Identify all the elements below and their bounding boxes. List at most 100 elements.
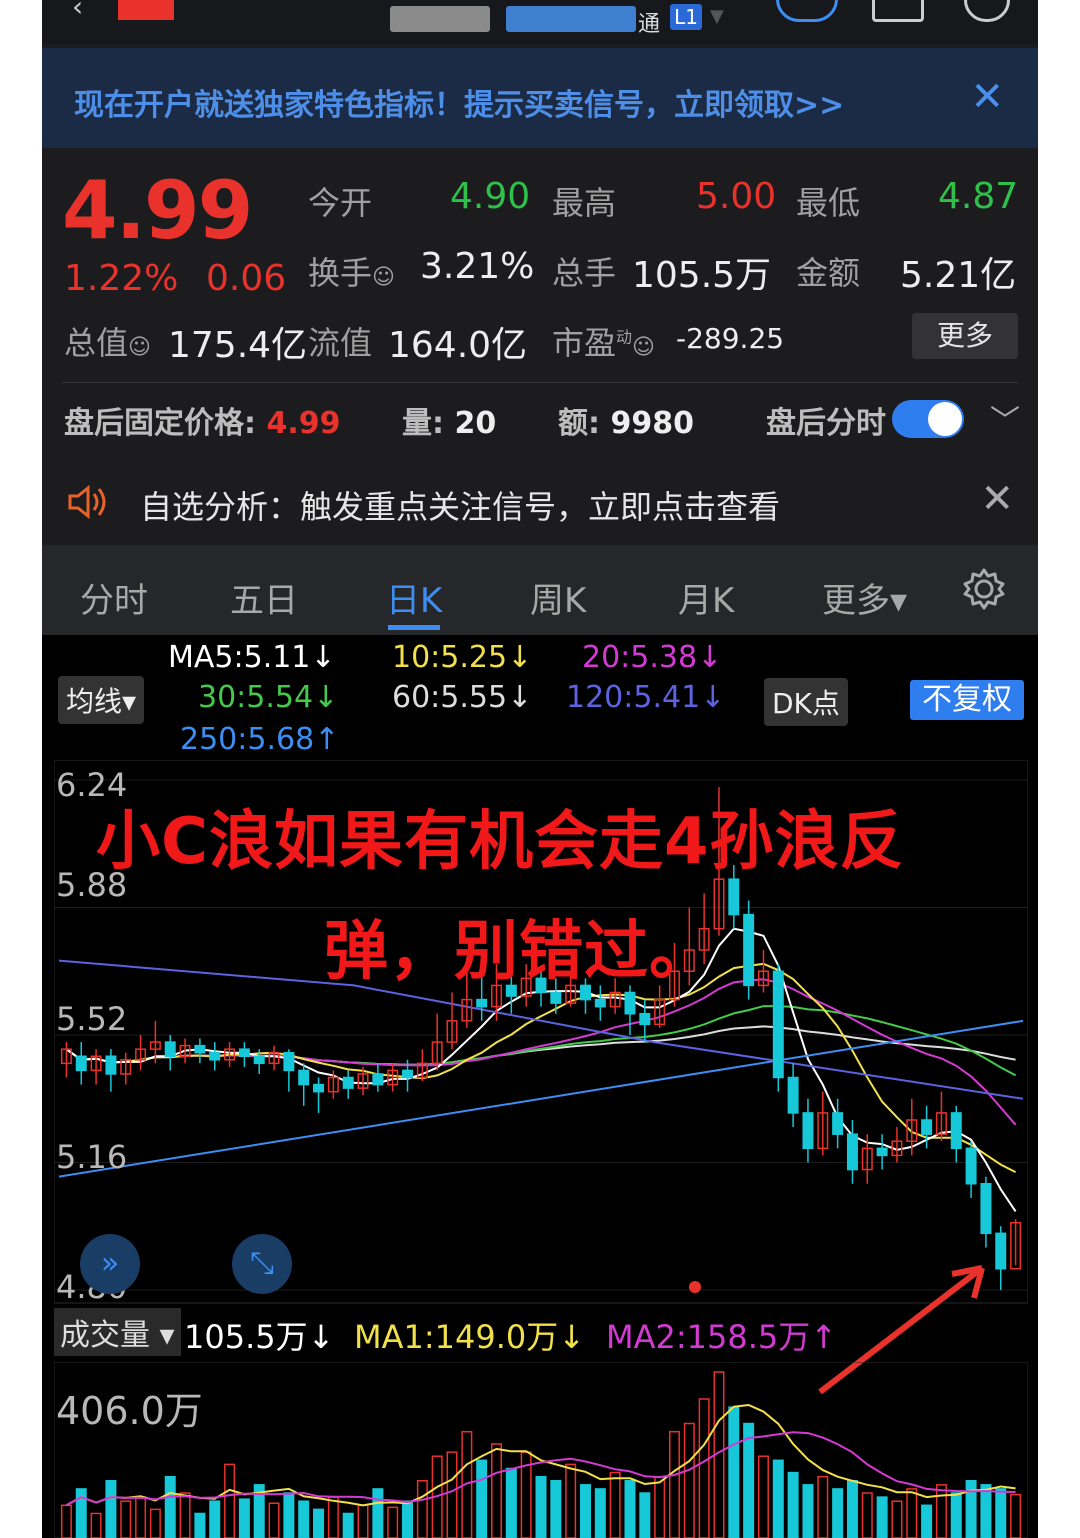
volume-bar — [668, 1430, 680, 1538]
float-value: 164.0亿 — [388, 325, 528, 366]
volume-bar — [283, 1492, 295, 1538]
level-badge[interactable]: L1 — [670, 4, 702, 30]
tab-daily-k[interactable]: 日K — [386, 573, 442, 622]
candle-body — [876, 1147, 888, 1157]
volume-bar — [446, 1451, 458, 1538]
volume-bar — [179, 1492, 191, 1538]
volume-bar — [194, 1512, 206, 1538]
volume-bar — [105, 1480, 117, 1538]
volume-bar — [535, 1475, 547, 1538]
tab-more[interactable]: 更多▾ — [822, 573, 907, 622]
stock-name-blurred — [390, 6, 490, 32]
volume-bar — [817, 1475, 829, 1538]
fast-forward-icon[interactable]: » — [80, 1234, 140, 1294]
search-like-icon[interactable] — [776, 0, 838, 22]
indicator-selector[interactable]: 成交量 ▾ — [54, 1308, 181, 1356]
candle-body — [75, 1055, 87, 1072]
close-icon[interactable]: ✕ — [970, 74, 1004, 120]
volume-bar — [342, 1512, 354, 1538]
ma60-label: 60:5.55↓ — [392, 680, 533, 715]
after-hours-price: 盘后固定价格: 4.99 — [64, 398, 340, 442]
info-icon[interactable]: ☺ — [632, 335, 655, 360]
volume-bar — [402, 1500, 414, 1538]
tab-intraday[interactable]: 分时 — [80, 573, 148, 622]
candle-body — [550, 991, 562, 1004]
volume-bar — [683, 1422, 695, 1538]
promo-banner-text[interactable]: 现在开户就送独家特色指标！提示买卖信号，立即领取>> — [74, 80, 844, 124]
volume-bar — [876, 1496, 888, 1538]
volume-bar — [995, 1488, 1007, 1538]
volume-bar — [387, 1506, 399, 1538]
active-tab-indicator — [388, 625, 440, 630]
candle-body — [283, 1051, 295, 1072]
dk-point-button[interactable]: DK点 — [764, 678, 848, 726]
tab-five-day[interactable]: 五日 — [230, 573, 298, 622]
adjust-button[interactable]: 不复权 — [910, 680, 1024, 720]
gear-icon[interactable] — [962, 567, 1006, 611]
volume-bar — [60, 1504, 72, 1538]
volume-bar — [164, 1475, 176, 1538]
mcap-label-text: 总值 — [64, 324, 129, 362]
tab-monthly-k[interactable]: 月K — [678, 573, 734, 622]
volume-ma2: MA2:158.5万↑ — [606, 1318, 838, 1356]
y-axis-label: 5.52 — [56, 1000, 128, 1038]
volume-chart[interactable] — [54, 1362, 1028, 1538]
after-hours-vol-value: 20 — [454, 406, 497, 441]
candle-body — [772, 970, 784, 1079]
chevron-down-icon[interactable]: ﹀ — [990, 396, 1020, 440]
volume-bar — [609, 1471, 621, 1538]
volume-bar — [327, 1496, 339, 1538]
volume-bar — [772, 1459, 784, 1538]
volume-ma1: MA1:149.0万↓ — [354, 1318, 586, 1356]
amount-label: 金额 — [796, 254, 861, 292]
volume-bar — [906, 1488, 918, 1538]
expand-icon[interactable]: ⤡ — [232, 1234, 292, 1294]
volume-bar — [357, 1504, 369, 1538]
volume-bar — [579, 1484, 591, 1538]
volume-bar — [372, 1488, 384, 1538]
close-icon[interactable]: ✕ — [980, 476, 1014, 522]
volume-bar — [135, 1496, 147, 1538]
candle-body — [194, 1044, 206, 1054]
volume-label: 总手 — [552, 254, 617, 292]
top-nav-bar: ‹ 通 L1 ▼ — [42, 0, 1038, 44]
more-button[interactable]: 更多 — [912, 313, 1018, 359]
turnover-value: 3.21% — [420, 246, 535, 287]
volume-bar — [565, 1463, 577, 1538]
high-value: 5.00 — [696, 176, 777, 217]
annotation-line-2: 弹，别错过。 — [324, 915, 714, 989]
candle-body — [950, 1112, 962, 1150]
after-hours-toggle[interactable] — [892, 400, 964, 438]
last-price: 4.99 — [62, 164, 253, 257]
candle-body — [846, 1133, 858, 1171]
ma30-label: 30:5.54↓ — [198, 680, 339, 715]
share-icon[interactable] — [872, 0, 924, 22]
candle-body — [728, 878, 740, 916]
analysis-notice[interactable]: 自选分析：触发重点关注信号，立即点击查看 ✕ — [42, 462, 1038, 542]
ma-selector[interactable]: 均线▾ — [58, 676, 145, 724]
search-icon[interactable] — [964, 0, 1010, 22]
volume-bar — [624, 1480, 636, 1538]
candle-body — [787, 1076, 799, 1114]
ma120-label: 120:5.41↓ — [566, 680, 726, 715]
period-tabs: 分时 五日 日K 周K 月K 更多▾ — [42, 545, 1038, 635]
volume-bar — [891, 1500, 903, 1538]
volume-bar — [224, 1463, 236, 1538]
info-icon[interactable]: ☺ — [372, 265, 395, 290]
divider — [62, 382, 1018, 383]
promo-banner[interactable]: 现在开户就送独家特色指标！提示买卖信号，立即领取>> ✕ — [42, 48, 1038, 148]
after-hours-price-label: 盘后固定价格: — [64, 406, 267, 441]
after-hours-amt-value: 9980 — [610, 406, 694, 441]
info-icon[interactable]: ☺ — [128, 335, 151, 360]
tab-weekly-k[interactable]: 周K — [530, 573, 586, 622]
analysis-notice-text[interactable]: 自选分析：触发重点关注信号，立即点击查看 — [140, 482, 780, 528]
level-dropdown-icon[interactable]: ▼ — [710, 6, 724, 27]
back-icon[interactable]: ‹ — [72, 0, 83, 23]
volume-bar — [313, 1508, 325, 1538]
turnover-label-text: 换手 — [308, 254, 373, 292]
candle-body — [209, 1051, 221, 1061]
candle-body — [372, 1073, 384, 1086]
pe-label-text: 市盈 — [552, 324, 617, 362]
annotation-line-1: 小C浪如果有机会走4孙浪反 — [96, 805, 905, 879]
volume-bar — [832, 1488, 844, 1538]
